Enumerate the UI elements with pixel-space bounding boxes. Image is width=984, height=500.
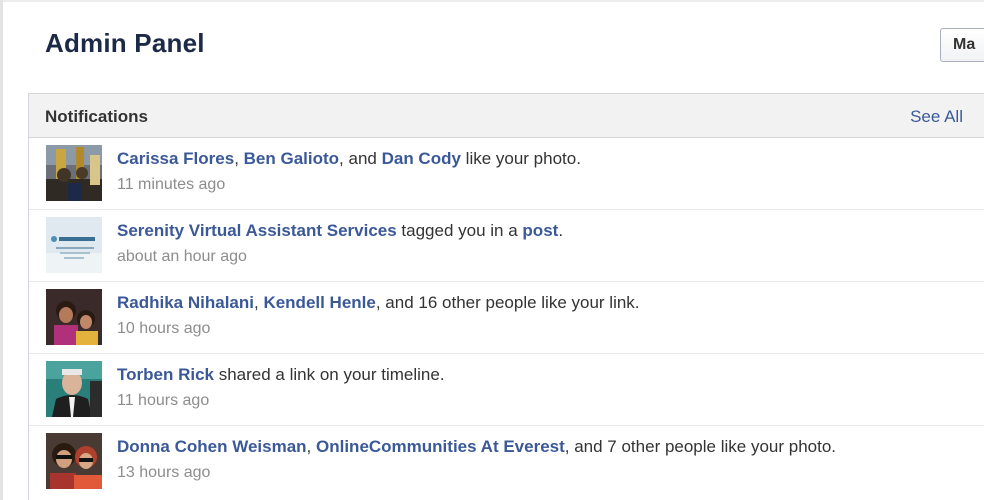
notification-text: Carissa Flores, Ben Galioto, and Dan Cod… <box>117 149 581 169</box>
left-border <box>0 0 3 500</box>
notification-timestamp: 10 hours ago <box>117 320 211 337</box>
two-women-photo-avatar[interactable] <box>46 433 102 489</box>
notification-timestamp: about an hour ago <box>117 248 247 265</box>
notification-timestamp: 11 minutes ago <box>117 176 226 193</box>
notification-item[interactable]: Donna Cohen Weisman, OnlineCommunities A… <box>29 426 984 498</box>
page-title: Admin Panel <box>45 28 205 58</box>
actor-link[interactable]: Torben Rick <box>117 365 214 384</box>
actor-link[interactable]: Serenity Virtual Assistant Services <box>117 221 397 240</box>
group-photo-avatar[interactable] <box>46 145 102 201</box>
notification-item[interactable]: Radhika Nihalani, Kendell Henle, and 16 … <box>29 282 984 354</box>
manage-button[interactable]: Ma <box>940 28 984 62</box>
text-fragment: , <box>306 437 316 456</box>
notification-text: Radhika Nihalani, Kendell Henle, and 16 … <box>117 293 640 313</box>
serenity-logo-avatar[interactable] <box>46 217 102 273</box>
text-fragment: tagged you in a <box>396 221 523 240</box>
text-fragment: , and 16 other people like your link. <box>375 293 640 312</box>
notifications-title: Notifications <box>45 107 148 126</box>
admin-panel-window: Admin Panel Ma Notifications See All Car… <box>0 0 984 500</box>
man-portrait-avatar[interactable] <box>46 361 102 417</box>
notification-item[interactable]: Serenity Virtual Assistant Services tagg… <box>29 210 984 282</box>
notification-text: Serenity Virtual Assistant Services tagg… <box>117 221 563 241</box>
text-fragment: shared a link on your timeline. <box>213 365 445 384</box>
actor-link[interactable]: Kendell Henle <box>263 293 375 312</box>
see-all-link[interactable]: See All <box>910 107 963 127</box>
actor-link[interactable]: Radhika Nihalani <box>117 293 254 312</box>
notification-text: Donna Cohen Weisman, OnlineCommunities A… <box>117 437 836 457</box>
notification-item[interactable]: Torben Rick shared a link on your timeli… <box>29 354 984 426</box>
notification-timestamp: 11 hours ago <box>117 392 210 409</box>
text-fragment: like your photo. <box>460 149 581 168</box>
actor-link[interactable]: Ben Galioto <box>244 149 339 168</box>
post-link[interactable]: post <box>522 221 558 240</box>
actor-link[interactable]: OnlineCommunities At Everest <box>316 437 565 456</box>
notification-item[interactable]: Carissa Flores, Ben Galioto, and Dan Cod… <box>29 138 984 210</box>
notification-timestamp: 13 hours ago <box>117 464 211 481</box>
two-people-photo-avatar[interactable] <box>46 289 102 345</box>
actor-link[interactable]: Carissa Flores <box>117 149 234 168</box>
text-fragment: . <box>558 221 564 240</box>
notifications-header: Notifications See All <box>29 93 984 138</box>
notification-text: Torben Rick shared a link on your timeli… <box>117 365 445 385</box>
text-fragment: , and 7 other people like your photo. <box>564 437 837 456</box>
actor-link[interactable]: Dan Cody <box>382 149 461 168</box>
notifications-panel: Notifications See All Carissa Flores, Be… <box>28 93 984 500</box>
text-fragment: , and <box>339 149 382 168</box>
text-fragment: , <box>234 149 244 168</box>
top-border <box>0 0 984 2</box>
actor-link[interactable]: Donna Cohen Weisman <box>117 437 307 456</box>
